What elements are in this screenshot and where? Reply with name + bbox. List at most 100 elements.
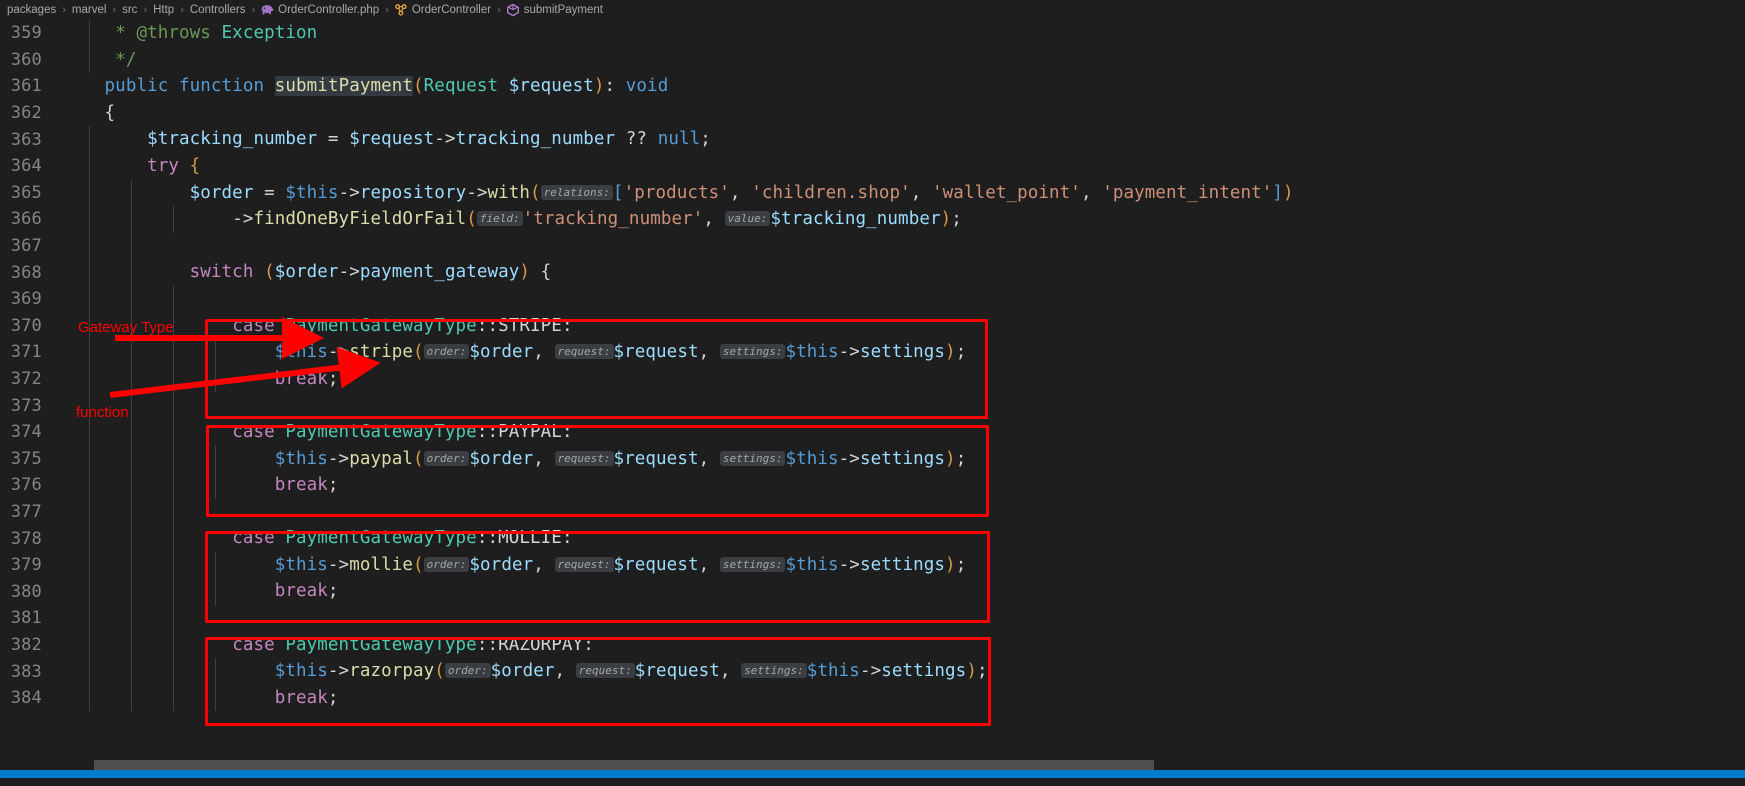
status-bar (0, 770, 1745, 778)
code-line[interactable]: 366 ->findOneByFieldOrFail(field:'tracki… (0, 206, 1745, 233)
code-token (275, 635, 286, 655)
horizontal-scrollbar[interactable] (0, 760, 1745, 770)
code-line[interactable]: 384 break; (0, 685, 1745, 712)
code-token (62, 156, 147, 176)
code-line[interactable]: 362 { (0, 100, 1745, 127)
code-line[interactable]: 378 case PaymentGatewayType::MOLLIE: (0, 525, 1745, 552)
horizontal-scrollbar-thumb[interactable] (94, 760, 1154, 770)
code-line[interactable]: 383 $this->razorpay(order:$order, reques… (0, 658, 1745, 685)
code-line[interactable]: 370 case PaymentGatewayType::STRIPE: (0, 313, 1745, 340)
code-line-content[interactable]: break; (62, 366, 1745, 393)
line-number: 366 (0, 209, 62, 229)
code-line[interactable]: 365 $order = $this->repository->with(rel… (0, 180, 1745, 207)
code-token: : (562, 316, 573, 336)
code-line-content[interactable]: try { (62, 153, 1745, 180)
code-line[interactable]: 377 (0, 499, 1745, 526)
code-token: ) (941, 209, 952, 229)
code-token: { (190, 156, 201, 176)
code-token: settings (860, 555, 945, 575)
code-line-content[interactable]: $this->mollie(order:$order, request:$req… (62, 552, 1745, 579)
code-line[interactable]: 380 break; (0, 578, 1745, 605)
code-line[interactable]: 374 case PaymentGatewayType::PAYPAL: (0, 419, 1745, 446)
indent-guide (215, 339, 216, 366)
code-line[interactable]: 367 (0, 233, 1745, 260)
code-token: settings (860, 342, 945, 362)
code-line[interactable]: 368 switch ($order->payment_gateway) { (0, 259, 1745, 286)
indent-guide (215, 578, 216, 605)
code-line[interactable]: 364 try { (0, 153, 1745, 180)
code-line[interactable]: 382 case PaymentGatewayType::RAZORPAY: (0, 632, 1745, 659)
inlay-parameter-hint: settings: (720, 451, 786, 466)
code-token: STRIPE (498, 316, 562, 336)
indent-guide (173, 419, 174, 446)
code-line-content[interactable]: $this->paypal(order:$order, request:$req… (62, 446, 1745, 473)
breadcrumb: packages›marvel›src›Http›Controllers›Ord… (0, 0, 1745, 20)
inlay-parameter-hint: settings: (720, 557, 786, 572)
code-line[interactable]: 371 $this->stripe(order:$order, request:… (0, 339, 1745, 366)
code-token: ; (977, 661, 988, 681)
code-line[interactable]: 381 (0, 605, 1745, 632)
code-token: */ (115, 50, 136, 70)
inlay-parameter-hint: order: (424, 451, 470, 466)
code-token: with (488, 183, 531, 203)
code-line[interactable]: 376 break; (0, 472, 1745, 499)
code-line-content[interactable] (62, 233, 1745, 260)
breadcrumb-item-label: Controllers (189, 4, 247, 16)
breadcrumb-item-packages[interactable]: packages (6, 4, 57, 16)
code-line-content[interactable] (62, 499, 1745, 526)
indent-guide (173, 525, 174, 552)
indent-guide (89, 126, 90, 153)
code-line-content[interactable]: break; (62, 685, 1745, 712)
breadcrumb-item-label: Http (152, 4, 175, 16)
breadcrumb-item-marvel[interactable]: marvel (71, 4, 108, 16)
code-token: $order (491, 661, 555, 681)
code-line-content[interactable]: $this->razorpay(order:$order, request:$r… (62, 658, 1745, 685)
breadcrumb-item-http[interactable]: Http (152, 4, 175, 16)
code-line-content[interactable]: case PaymentGatewayType::STRIPE: (62, 313, 1745, 340)
breadcrumb-item-ordercontroller-php[interactable]: OrderController.php (260, 3, 380, 17)
code-line[interactable]: 372 break; (0, 366, 1745, 393)
breadcrumb-item-ordercontroller[interactable]: OrderController (394, 3, 492, 17)
code-line-content[interactable]: case PaymentGatewayType::PAYPAL: (62, 419, 1745, 446)
code-token (498, 76, 509, 96)
code-token: ; (328, 581, 339, 601)
code-token: break (275, 369, 328, 389)
code-line-content[interactable] (62, 286, 1745, 313)
code-line[interactable]: 361 public function submitPayment(Reques… (0, 73, 1745, 100)
code-line[interactable]: 360 */ (0, 47, 1745, 74)
code-line-content[interactable]: * @throws Exception (62, 20, 1745, 47)
code-line-content[interactable]: case PaymentGatewayType::MOLLIE: (62, 525, 1745, 552)
code-line[interactable]: 375 $this->paypal(order:$order, request:… (0, 446, 1745, 473)
code-line-content[interactable]: case PaymentGatewayType::RAZORPAY: (62, 632, 1745, 659)
code-line[interactable]: 379 $this->mollie(order:$order, request:… (0, 552, 1745, 579)
php-elephant-icon (260, 3, 274, 17)
code-line-content[interactable]: break; (62, 472, 1745, 499)
code-line-content[interactable]: switch ($order->payment_gateway) { (62, 259, 1745, 286)
breadcrumb-item-controllers[interactable]: Controllers (189, 4, 247, 16)
code-line-content[interactable]: public function submitPayment(Request $r… (62, 73, 1745, 100)
code-token: $this (785, 342, 838, 362)
code-line[interactable]: 359 * @throws Exception (0, 20, 1745, 47)
code-line-content[interactable]: break; (62, 578, 1745, 605)
breadcrumb-item-submitpayment[interactable]: submitPayment (506, 3, 604, 17)
code-line-content[interactable]: ->findOneByFieldOrFail(field:'tracking_n… (62, 206, 1745, 233)
code-line-content[interactable]: $this->stripe(order:$order, request:$req… (62, 339, 1745, 366)
code-line[interactable]: 373 (0, 392, 1745, 419)
code-line-content[interactable]: { (62, 100, 1745, 127)
code-line-content[interactable]: */ (62, 47, 1745, 74)
code-line-content[interactable]: $order = $this->repository->with(relatio… (62, 180, 1745, 207)
code-line-content[interactable] (62, 605, 1745, 632)
code-line[interactable]: 369 (0, 286, 1745, 313)
code-token: ( (413, 555, 424, 575)
code-token: $tracking_number (147, 129, 317, 149)
code-token: $request (614, 342, 699, 362)
code-line-content[interactable] (62, 392, 1745, 419)
code-line-content[interactable]: $tracking_number = $request->tracking_nu… (62, 126, 1745, 153)
code-editor[interactable]: 359 * @throws Exception360 */361 public … (0, 20, 1745, 778)
code-token: ( (466, 209, 477, 229)
code-line[interactable]: 363 $tracking_number = $request->trackin… (0, 126, 1745, 153)
breadcrumb-item-src[interactable]: src (121, 4, 138, 16)
code-tokens: case PaymentGatewayType::PAYPAL: (62, 422, 573, 442)
indent-guide (89, 685, 90, 712)
code-token: Exception (222, 23, 318, 43)
